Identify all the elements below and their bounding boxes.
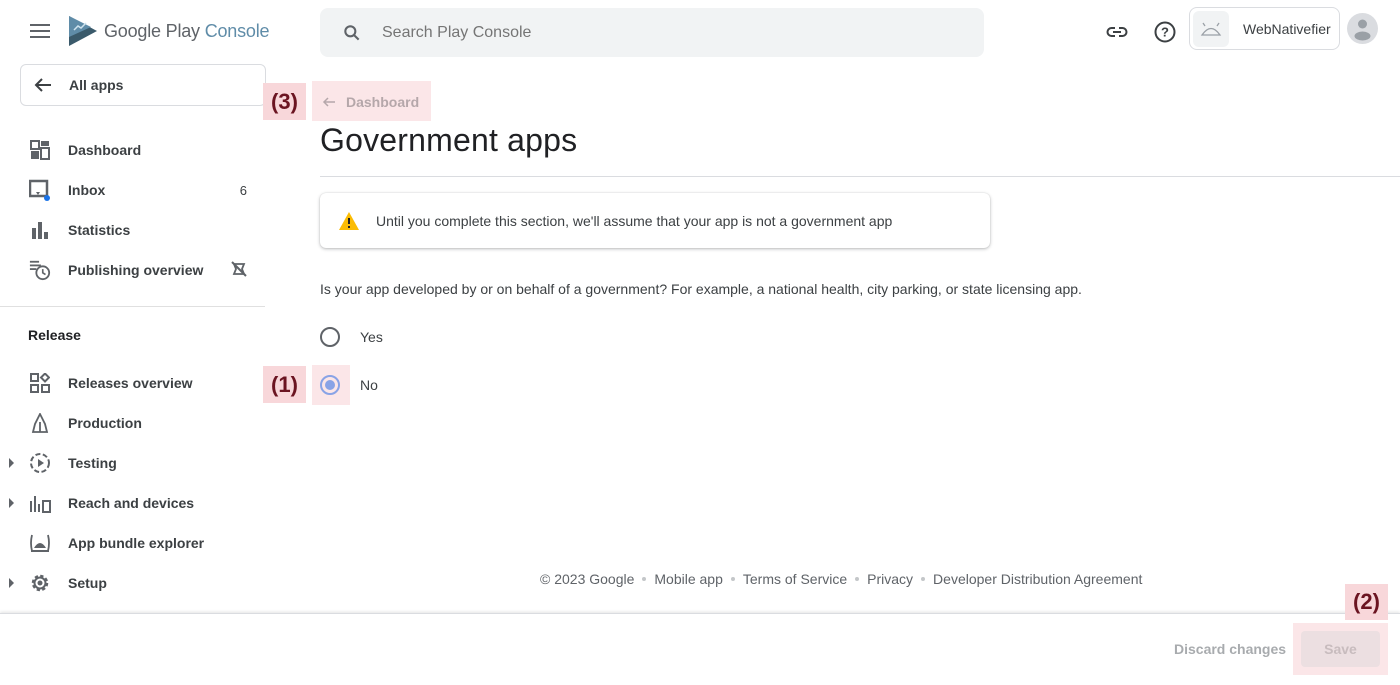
sidebar-item-inbox[interactable]: Inbox 6 [0, 170, 265, 210]
search-bar[interactable] [320, 8, 984, 57]
separator-dot [921, 577, 926, 581]
radio-no-label: No [360, 377, 378, 393]
sidebar: All apps Dashboard Inbox 6 Statistics Pu… [0, 64, 266, 614]
annotation-label-3: (3) [263, 83, 306, 120]
search-input[interactable] [382, 23, 942, 42]
radio-option-no[interactable]: No [314, 365, 378, 405]
android-icon [1193, 10, 1229, 47]
footer-link-mobile-app[interactable]: Mobile app [654, 571, 723, 587]
releases-overview-icon [29, 372, 51, 394]
sidebar-item-app-bundle-explorer[interactable]: App bundle explorer [0, 523, 265, 563]
annotation-label-1: (1) [263, 366, 306, 403]
footer: © 2023 Google Mobile app Terms of Servic… [540, 571, 1142, 587]
sidebar-item-reach-and-devices[interactable]: Reach and devices [0, 483, 265, 523]
discard-changes-button[interactable]: Discard changes [1174, 641, 1286, 657]
page-title: Government apps [320, 122, 578, 158]
gear-icon [29, 572, 51, 594]
footer-link-dda[interactable]: Developer Distribution Agreement [933, 571, 1142, 587]
expand-arrow-icon[interactable] [9, 578, 14, 588]
sidebar-item-testing[interactable]: Testing [0, 443, 265, 483]
managed-publishing-off-icon [231, 260, 247, 280]
user-avatar[interactable] [1347, 13, 1378, 44]
help-icon[interactable]: ? [1152, 19, 1178, 45]
radio-yes-label: Yes [360, 329, 383, 345]
separator-dot [855, 577, 860, 581]
reach-devices-icon [29, 492, 51, 514]
sidebar-item-production[interactable]: Production [0, 403, 265, 443]
developer-name: WebNativefier [1243, 20, 1331, 37]
svg-text:?: ? [1161, 25, 1169, 40]
app-bundle-icon [29, 532, 51, 554]
search-icon [344, 24, 360, 40]
all-apps-label: All apps [69, 77, 124, 93]
footer-link-terms[interactable]: Terms of Service [743, 571, 847, 587]
government-question: Is your app developed by or on behalf of… [320, 281, 1082, 297]
developer-account-chip[interactable]: WebNativefier [1189, 7, 1340, 50]
annotation-label-2: (2) [1345, 584, 1388, 620]
link-icon[interactable] [1104, 19, 1130, 45]
sidebar-divider [0, 306, 265, 307]
menu-icon[interactable] [30, 24, 50, 40]
save-button[interactable]: Save [1301, 631, 1380, 667]
inbox-icon [29, 179, 51, 201]
production-icon [29, 412, 51, 434]
radio-option-yes[interactable]: Yes [314, 317, 383, 357]
arrow-back-icon [322, 96, 335, 107]
testing-icon [29, 452, 51, 474]
bar-chart-icon [29, 219, 51, 241]
inbox-count-badge: 6 [239, 182, 247, 198]
arrow-back-icon [34, 78, 51, 92]
radio-no[interactable] [320, 375, 340, 395]
expand-arrow-icon[interactable] [9, 498, 14, 508]
copyright: © 2023 Google [540, 571, 635, 587]
sidebar-item-releases-overview[interactable]: Releases overview [0, 363, 265, 403]
play-console-logo-icon [69, 16, 97, 46]
sidebar-item-statistics[interactable]: Statistics [0, 210, 265, 250]
release-section-title: Release [28, 327, 81, 343]
warning-banner: Until you complete this section, we'll a… [320, 193, 990, 248]
warning-text: Until you complete this section, we'll a… [376, 212, 893, 229]
breadcrumb-label: Dashboard [346, 93, 420, 110]
separator-dot [642, 577, 647, 581]
dashboard-icon [29, 139, 51, 161]
footer-link-privacy[interactable]: Privacy [867, 571, 913, 587]
separator-dot [730, 577, 735, 581]
top-app-bar: Google Play Console ? WebNativefier [0, 0, 1400, 64]
radio-yes[interactable] [320, 327, 340, 347]
breadcrumb-back-dashboard[interactable]: Dashboard [312, 82, 430, 121]
expand-arrow-icon[interactable] [9, 458, 14, 468]
logo-text: Google Play Console [104, 20, 270, 41]
all-apps-button[interactable]: All apps [20, 64, 266, 106]
sidebar-item-setup[interactable]: Setup [0, 563, 265, 603]
play-console-logo[interactable]: Google Play Console [68, 15, 270, 47]
sidebar-item-publishing-overview[interactable]: Publishing overview [0, 250, 265, 290]
sidebar-item-dashboard[interactable]: Dashboard [0, 130, 265, 170]
warning-icon [339, 211, 359, 230]
title-divider [320, 176, 1400, 177]
publishing-overview-icon [29, 259, 51, 281]
